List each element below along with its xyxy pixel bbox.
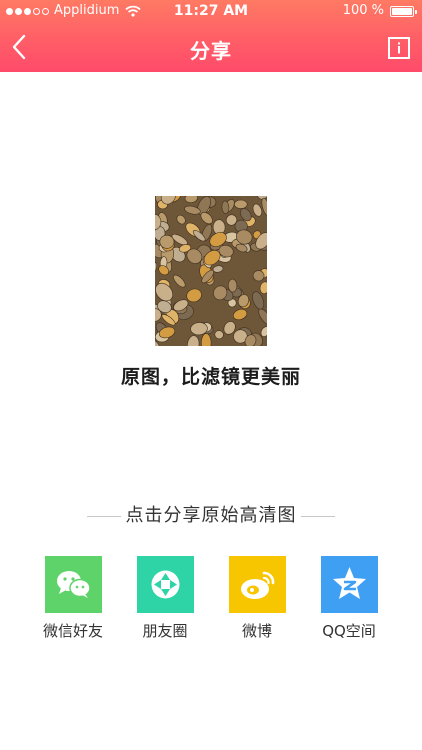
page-title: 分享 [190, 39, 232, 63]
wechat-tile [44, 556, 102, 613]
photo-caption: 原图，比滤镜更美丽 [120, 366, 301, 388]
battery-percent: 100 % [342, 3, 384, 18]
share-wechat-button[interactable]: 微信好友 [33, 556, 113, 641]
qzone-icon [332, 567, 366, 599]
divider-right [301, 516, 335, 517]
status-right: 100 % [342, 0, 417, 22]
moments-icon [151, 570, 179, 599]
share-heading: 点击分享原始高清图 [0, 504, 422, 528]
share-moments-label: 朋友圈 [142, 622, 188, 640]
battery-icon [390, 5, 417, 17]
share-heading-text: 点击分享原始高清图 [125, 505, 297, 526]
moments-tile [136, 556, 194, 613]
share-moments-button[interactable]: 朋友圈 [125, 556, 205, 641]
pebble-photo [155, 196, 267, 346]
info-button[interactable] [388, 37, 410, 59]
info-icon [398, 42, 400, 54]
share-wechat-label: 微信好友 [42, 622, 103, 640]
weibo-icon [240, 571, 274, 599]
wechat-icon [56, 571, 91, 598]
share-weibo-button[interactable]: 微博 [217, 556, 297, 641]
status-bar: Applidium 11:27 AM 100 % [0, 0, 422, 22]
weibo-tile [228, 556, 286, 613]
header-bar: Applidium 11:27 AM 100 % 分享 [0, 0, 422, 72]
share-weibo-label: 微博 [241, 622, 272, 640]
share-qzone-label: QQ空间 [322, 622, 376, 640]
share-qzone-button[interactable]: QQ空间 [309, 556, 389, 641]
qzone-tile [320, 556, 378, 613]
pebble-image [155, 196, 267, 346]
